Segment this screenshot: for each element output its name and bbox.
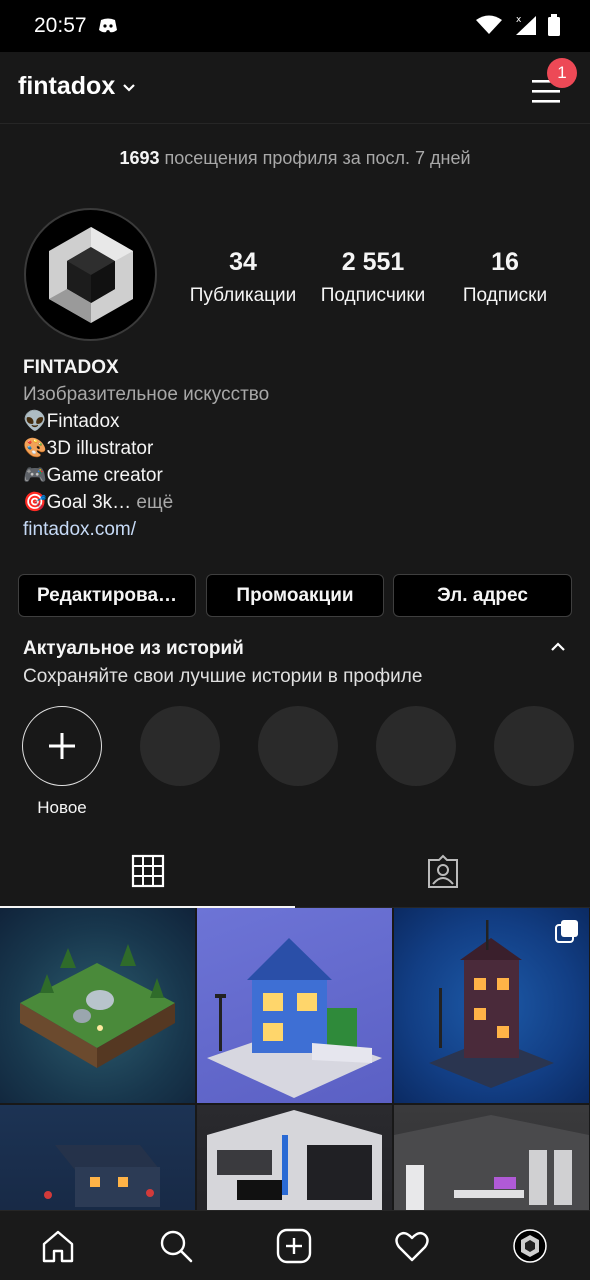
display-name: FINTADOX	[23, 357, 119, 378]
bio: FINTADOX Изобразительное искусство 👽Fint…	[23, 354, 563, 543]
account-switcher[interactable]: fintadox	[18, 72, 115, 101]
post-thumbnail[interactable]	[0, 908, 195, 1103]
tagged-person-icon	[427, 854, 458, 888]
post-thumbnail[interactable]	[197, 1105, 392, 1210]
profile-tabs	[0, 836, 590, 908]
home-icon	[42, 1230, 74, 1263]
chevron-up-icon[interactable]	[548, 640, 568, 659]
bio-truncated: 🎯Goal 3k…	[23, 492, 132, 513]
profile-content: 1693 посещения профиля за посл. 7 дней 3…	[0, 124, 590, 1210]
bottom-navigation	[0, 1210, 590, 1280]
nav-create[interactable]	[272, 1224, 316, 1268]
posts-stat[interactable]: 34 Публикации	[178, 248, 308, 307]
night-cabin-image	[44, 1145, 160, 1207]
visits-text: посещения профиля за посл. 7 дней	[159, 148, 471, 168]
logo-icon	[48, 226, 133, 323]
followers-label: Подписчики	[320, 285, 426, 306]
highlight-placeholder	[140, 706, 220, 786]
plus-icon	[49, 733, 75, 759]
nav-activity[interactable]	[390, 1224, 434, 1268]
battery-icon	[548, 14, 560, 41]
nav-home[interactable]	[36, 1224, 80, 1268]
status-time: 20:57	[34, 14, 87, 37]
highlights-subtitle: Сохраняйте свои лучшие истории в профиле	[23, 666, 423, 687]
posts-label: Публикации	[189, 285, 297, 306]
post-thumbnail[interactable]	[0, 1105, 195, 1210]
bio-line-last: 🎯Goal 3k… ещё	[23, 489, 563, 516]
discord-icon	[98, 18, 118, 39]
post-thumbnail[interactable]	[394, 908, 589, 1103]
bio-line: 🎨3D illustrator	[23, 438, 154, 459]
followers-count: 2 551	[341, 248, 405, 276]
tab-tagged[interactable]	[295, 836, 590, 908]
chevron-down-icon[interactable]	[122, 80, 136, 98]
wifi-icon	[476, 15, 502, 40]
new-highlight-label: Новое	[37, 798, 87, 817]
avatar[interactable]	[24, 208, 157, 341]
post-thumbnail[interactable]	[197, 908, 392, 1103]
search-icon	[160, 1230, 193, 1263]
following-label: Подписки	[462, 285, 548, 306]
signal-icon: x	[514, 14, 536, 41]
svg-text:x: x	[516, 15, 522, 25]
following-count: 16	[491, 248, 519, 276]
heart-icon	[395, 1231, 429, 1262]
category: Изобразительное искусство	[23, 384, 270, 405]
bio-line: 👽Fintadox	[23, 411, 120, 432]
email-button[interactable]: Эл. адрес	[393, 574, 572, 617]
posts-grid	[0, 908, 590, 1210]
nav-search[interactable]	[154, 1224, 198, 1268]
highlight-placeholder	[258, 706, 338, 786]
posts-count: 34	[229, 248, 257, 276]
highlight-placeholder	[494, 706, 574, 786]
new-highlight-button[interactable]	[22, 706, 102, 786]
tab-posts-grid[interactable]	[0, 836, 295, 908]
highlight-placeholder	[376, 706, 456, 786]
nav-profile[interactable]	[508, 1224, 552, 1268]
carousel-icon	[555, 920, 578, 943]
highlights-title: Актуальное из историй	[23, 638, 244, 659]
followers-stat[interactable]: 2 551 Подписчики	[308, 248, 438, 307]
profile-visits[interactable]: 1693 посещения профиля за посл. 7 дней	[0, 148, 590, 169]
profile-avatar-icon	[513, 1229, 547, 1263]
more-link[interactable]: ещё	[131, 492, 173, 513]
visits-count: 1693	[119, 148, 160, 168]
gaming-room-image	[207, 1110, 382, 1210]
profile-header: fintadox	[0, 52, 590, 124]
forest-island-image	[20, 944, 175, 1068]
notification-badge: 1	[547, 58, 577, 88]
office-room-image	[394, 1115, 589, 1210]
post-thumbnail[interactable]	[394, 1105, 589, 1210]
website-link[interactable]: fintadox.com/	[23, 516, 563, 543]
following-stat[interactable]: 16 Подписки	[440, 248, 570, 307]
grid-icon	[131, 854, 164, 888]
add-post-icon	[276, 1228, 312, 1264]
edit-profile-button[interactable]: Редактирова…	[18, 574, 196, 617]
status-bar: 20:57 x	[0, 0, 590, 52]
bio-line: 🎮Game creator	[23, 465, 163, 486]
house-image	[207, 938, 382, 1098]
promotions-button[interactable]: Промоакции	[206, 574, 384, 617]
